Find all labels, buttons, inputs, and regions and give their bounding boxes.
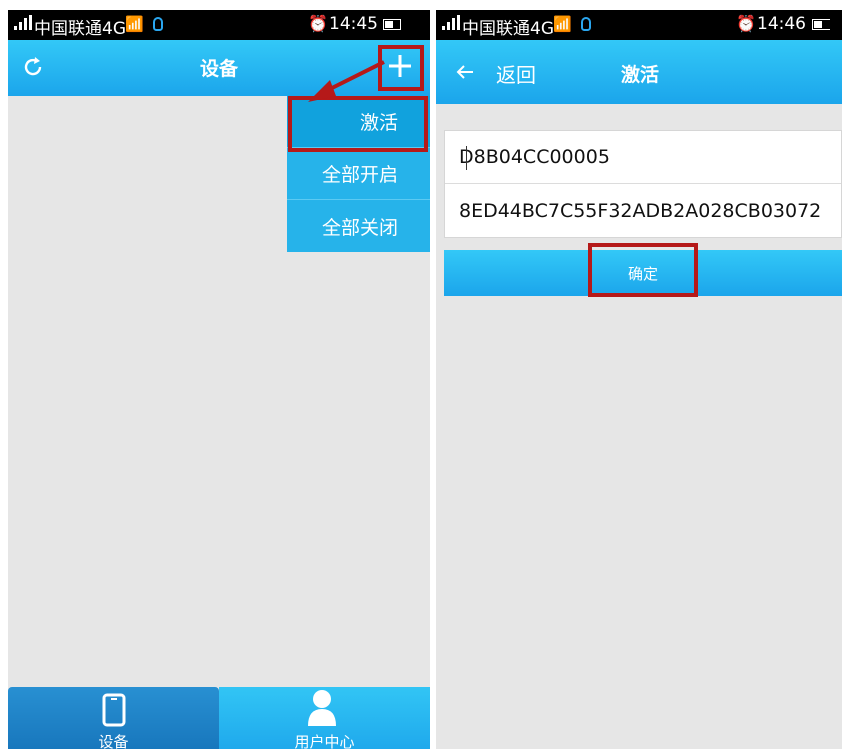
tab-devices[interactable]: 设备	[8, 687, 219, 749]
activation-key-value: 8ED44BC7C55F32ADB2A028CB03072	[459, 199, 822, 222]
tab-bar: 设备 用户中心	[8, 687, 430, 749]
alarm-icon: ⏰	[308, 14, 328, 33]
wifi-icon: 📶	[125, 15, 144, 33]
activation-form: D8B04CC00005 8ED44BC7C55F32ADB2A028CB030…	[444, 130, 842, 238]
status-bar: 中国联通4G 📶 ⏰ 14:46	[436, 10, 842, 40]
battery-icon	[812, 19, 830, 30]
carrier-label: 中国联通4G	[462, 19, 554, 39]
phone-icon	[102, 693, 126, 727]
tab-devices-label: 设备	[98, 733, 129, 749]
page-title: 激活	[621, 64, 660, 86]
wifi-icon: 📶	[553, 15, 572, 33]
device-id-value: D8B04CC00005	[459, 146, 610, 168]
user-icon	[308, 690, 336, 726]
device-id-input[interactable]: D8B04CC00005	[445, 131, 841, 184]
back-arrow-icon[interactable]	[456, 64, 474, 80]
qq-icon	[581, 17, 591, 31]
battery-icon	[383, 19, 401, 30]
confirm-button-highlight	[588, 243, 698, 297]
back-label[interactable]: 返回	[496, 59, 536, 88]
signal-icon	[442, 15, 460, 30]
text-cursor	[466, 146, 467, 170]
header: 返回 激活	[436, 40, 842, 104]
activate-screen: 中国联通4G 📶 ⏰ 14:46 返回 激活 D8B04CC00005 8ED4…	[436, 10, 842, 749]
status-bar: 中国联通4G 📶 ⏰ 14:45	[8, 10, 430, 40]
menu-item-all-off[interactable]: 全部关闭	[287, 200, 430, 252]
annotation-arrow-icon	[308, 60, 385, 102]
carrier-label: 中国联通4G	[34, 19, 126, 39]
clock-time: 14:45	[329, 14, 378, 34]
qq-icon	[153, 17, 163, 31]
signal-icon	[14, 15, 32, 30]
menu-item-all-on[interactable]: 全部开启	[287, 148, 430, 200]
alarm-icon: ⏰	[736, 14, 756, 33]
tab-user-center[interactable]: 用户中心	[219, 687, 430, 749]
tab-user-center-label: 用户中心	[294, 733, 355, 749]
clock-time: 14:46	[757, 14, 806, 34]
activation-key-input[interactable]: 8ED44BC7C55F32ADB2A028CB03072	[445, 184, 841, 237]
